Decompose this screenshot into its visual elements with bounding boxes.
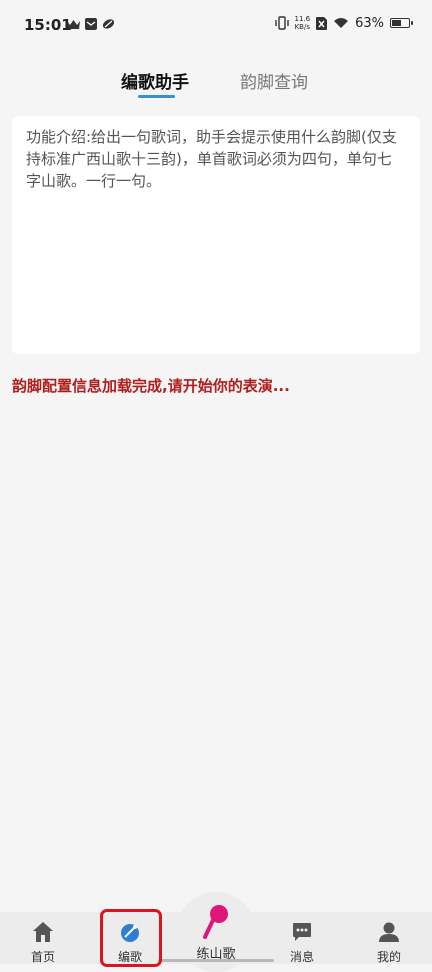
battery-level xyxy=(392,20,401,26)
profile-icon xyxy=(379,922,399,942)
network-speed-value: 11.6 xyxy=(294,15,311,23)
network-speed-unit: KB/s xyxy=(294,23,310,31)
nav-practice[interactable]: 练山歌 xyxy=(176,892,256,964)
crown-icon xyxy=(67,19,80,29)
network-speed: 11.6 KB/s xyxy=(295,15,311,31)
status-system-icons: 11.6 KB/s 63% xyxy=(274,15,413,31)
battery-icon xyxy=(390,18,413,28)
wifi-icon xyxy=(334,18,349,28)
home-icon xyxy=(33,922,53,942)
tab-bar: 编歌助手 韵脚查询 xyxy=(0,62,432,102)
mail-app-icon xyxy=(85,18,97,30)
vibrate-icon xyxy=(274,16,289,30)
nav-profile-label: 我的 xyxy=(376,950,401,964)
battery-percent: 63% xyxy=(355,15,384,31)
active-tab-indicator xyxy=(138,95,175,98)
tab-compose-assistant[interactable]: 编歌助手 xyxy=(121,68,189,93)
nav-compose-label: 编歌 xyxy=(117,950,142,964)
home-indicator xyxy=(158,959,274,962)
message-icon xyxy=(293,923,311,941)
status-notification-icons xyxy=(67,18,115,30)
sim-off-icon xyxy=(316,16,328,30)
status-time: 15:01 xyxy=(24,16,72,34)
lyrics-input[interactable]: 功能介绍:给出一句歌词，助手会提示使用什么韵脚(仅支持标准广西山歌十三韵)，单首… xyxy=(26,126,406,192)
tab-rhyme-lookup[interactable]: 韵脚查询 xyxy=(240,68,308,93)
compose-icon xyxy=(121,924,139,942)
microphone-icon xyxy=(203,905,228,939)
nav-home-label: 首页 xyxy=(30,950,55,964)
nav-messages-label: 消息 xyxy=(289,950,314,964)
status-message: 韵脚配置信息加载完成,请开始你的表演... xyxy=(12,377,290,395)
status-bar: 15:01 11.6 KB/s 63% xyxy=(0,0,432,50)
lyrics-input-card[interactable]: 功能介绍:给出一句歌词，助手会提示使用什么韵脚(仅支持标准广西山歌十三韵)，单首… xyxy=(12,116,420,354)
app-leaf-icon xyxy=(102,19,115,29)
